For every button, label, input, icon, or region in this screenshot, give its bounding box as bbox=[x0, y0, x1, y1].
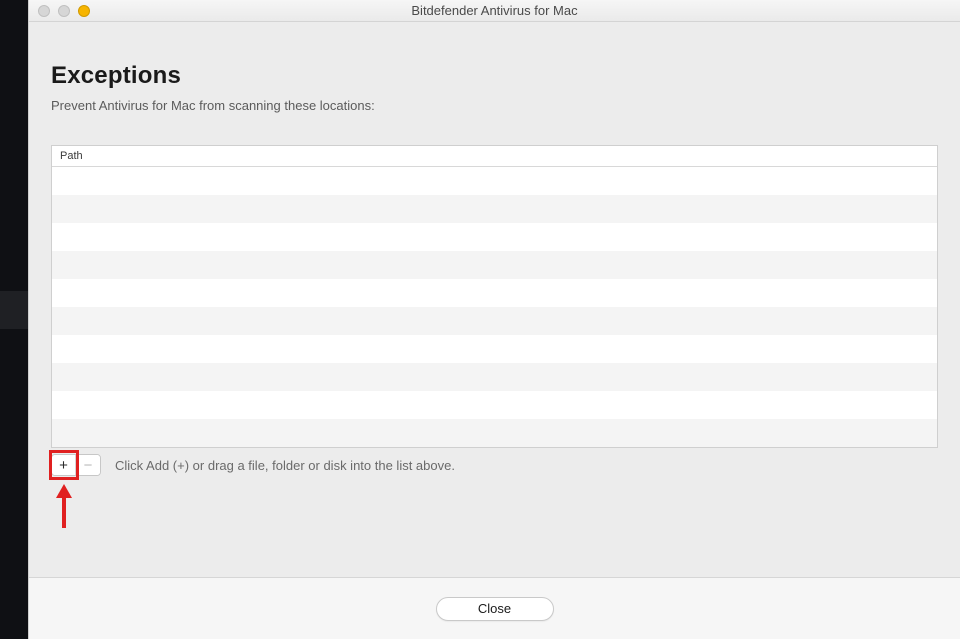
page-title: Exceptions bbox=[51, 62, 938, 90]
window-minimize-button[interactable] bbox=[58, 5, 70, 17]
background-strip bbox=[0, 0, 28, 639]
window-zoom-button[interactable] bbox=[78, 5, 90, 17]
add-remove-segment: + − bbox=[51, 454, 101, 476]
close-button[interactable]: Close bbox=[436, 597, 554, 621]
table-row[interactable] bbox=[52, 167, 937, 195]
footer: Close bbox=[29, 577, 960, 639]
app-window: Bitdefender Antivirus for Mac Exceptions… bbox=[28, 0, 960, 639]
exceptions-table[interactable]: Path bbox=[51, 145, 938, 448]
table-row[interactable] bbox=[52, 307, 937, 335]
window-close-button[interactable] bbox=[38, 5, 50, 17]
content-area: Exceptions Prevent Antivirus for Mac fro… bbox=[29, 22, 960, 577]
window-title: Bitdefender Antivirus for Mac bbox=[411, 3, 577, 18]
remove-button: − bbox=[76, 455, 100, 475]
table-row[interactable] bbox=[52, 335, 937, 363]
table-row[interactable] bbox=[52, 279, 937, 307]
table-column-header[interactable]: Path bbox=[52, 146, 937, 167]
table-row[interactable] bbox=[52, 195, 937, 223]
add-button[interactable]: + bbox=[52, 455, 76, 475]
table-row[interactable] bbox=[52, 419, 937, 447]
plus-icon: + bbox=[59, 458, 68, 473]
page-subtitle: Prevent Antivirus for Mac from scanning … bbox=[51, 98, 938, 113]
table-row[interactable] bbox=[52, 363, 937, 391]
table-row[interactable] bbox=[52, 391, 937, 419]
table-row[interactable] bbox=[52, 251, 937, 279]
table-body[interactable] bbox=[52, 167, 937, 447]
hint-text: Click Add (+) or drag a file, folder or … bbox=[115, 458, 455, 473]
window-controls bbox=[38, 5, 90, 17]
table-row[interactable] bbox=[52, 223, 937, 251]
titlebar: Bitdefender Antivirus for Mac bbox=[29, 0, 960, 22]
minus-icon: − bbox=[84, 458, 93, 473]
table-controls-row: + − Click Add (+) or drag a file, folder… bbox=[51, 454, 938, 476]
